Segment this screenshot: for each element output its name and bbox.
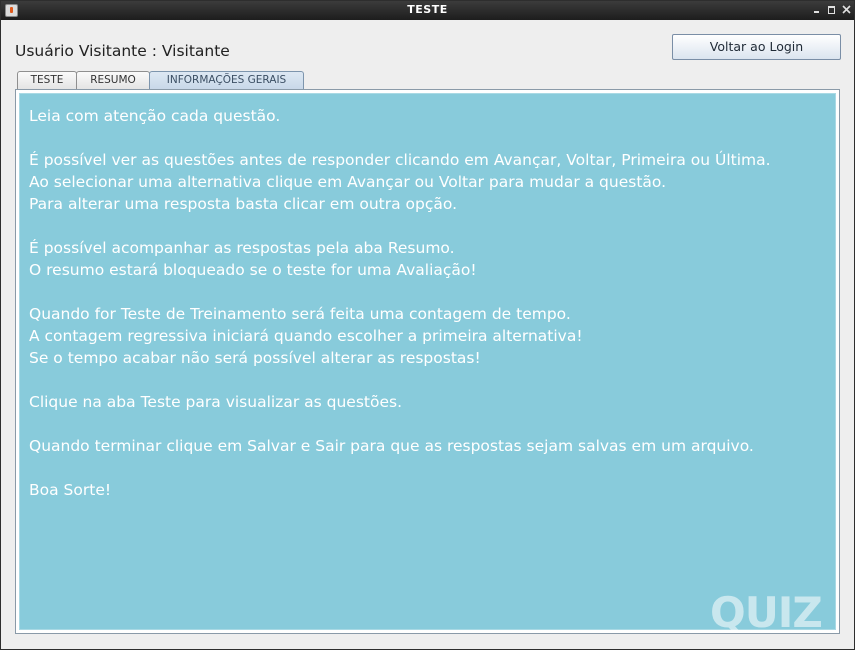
- close-icon[interactable]: [841, 4, 852, 15]
- instruction-line: Se o tempo acabar não será possível alte…: [29, 349, 481, 367]
- app-window: TESTE Usuário Visitante : Visitante Volt…: [0, 0, 855, 650]
- user-label: Usuário Visitante : Visitante: [15, 42, 230, 60]
- instruction-line: Quando for Teste de Treinamento será fei…: [29, 305, 571, 323]
- maximize-icon[interactable]: [826, 4, 837, 15]
- instruction-line: Clique na aba Teste para visualizar as q…: [29, 393, 402, 411]
- minimize-icon[interactable]: [811, 4, 822, 15]
- info-panel: Leia com atenção cada questão. É possível…: [15, 89, 840, 637]
- window-title: TESTE: [407, 3, 448, 16]
- quiz-logo: QUIZ: [710, 588, 823, 637]
- instruction-line: Quando terminar clique em Salvar e Sair …: [29, 437, 754, 455]
- back-to-login-button[interactable]: Voltar ao Login: [672, 34, 841, 60]
- instruction-line: Para alterar uma resposta basta clicar e…: [29, 195, 458, 213]
- instruction-line: É possível acompanhar as respostas pela …: [29, 239, 455, 257]
- instruction-line: Leia com atenção cada questão.: [29, 107, 281, 125]
- instruction-line: A contagem regressiva iniciará quando es…: [29, 327, 583, 345]
- tab-resumo[interactable]: RESUMO: [76, 71, 150, 89]
- tab-informacoes-gerais[interactable]: INFORMAÇÕES GERAIS: [149, 71, 304, 90]
- title-bar[interactable]: TESTE: [1, 1, 854, 20]
- instruction-line: É possível ver as questões antes de resp…: [29, 151, 771, 169]
- instruction-line: O resumo estará bloqueado se o teste for…: [29, 261, 477, 279]
- tab-teste[interactable]: TESTE: [17, 71, 77, 89]
- instruction-line: Ao selecionar uma alternativa clique em …: [29, 173, 667, 191]
- instructions-text: Leia com atenção cada questão. É possível…: [29, 105, 819, 501]
- info-panel-content: Leia com atenção cada questão. É possível…: [19, 93, 836, 637]
- instruction-line: Boa Sorte!: [29, 481, 112, 499]
